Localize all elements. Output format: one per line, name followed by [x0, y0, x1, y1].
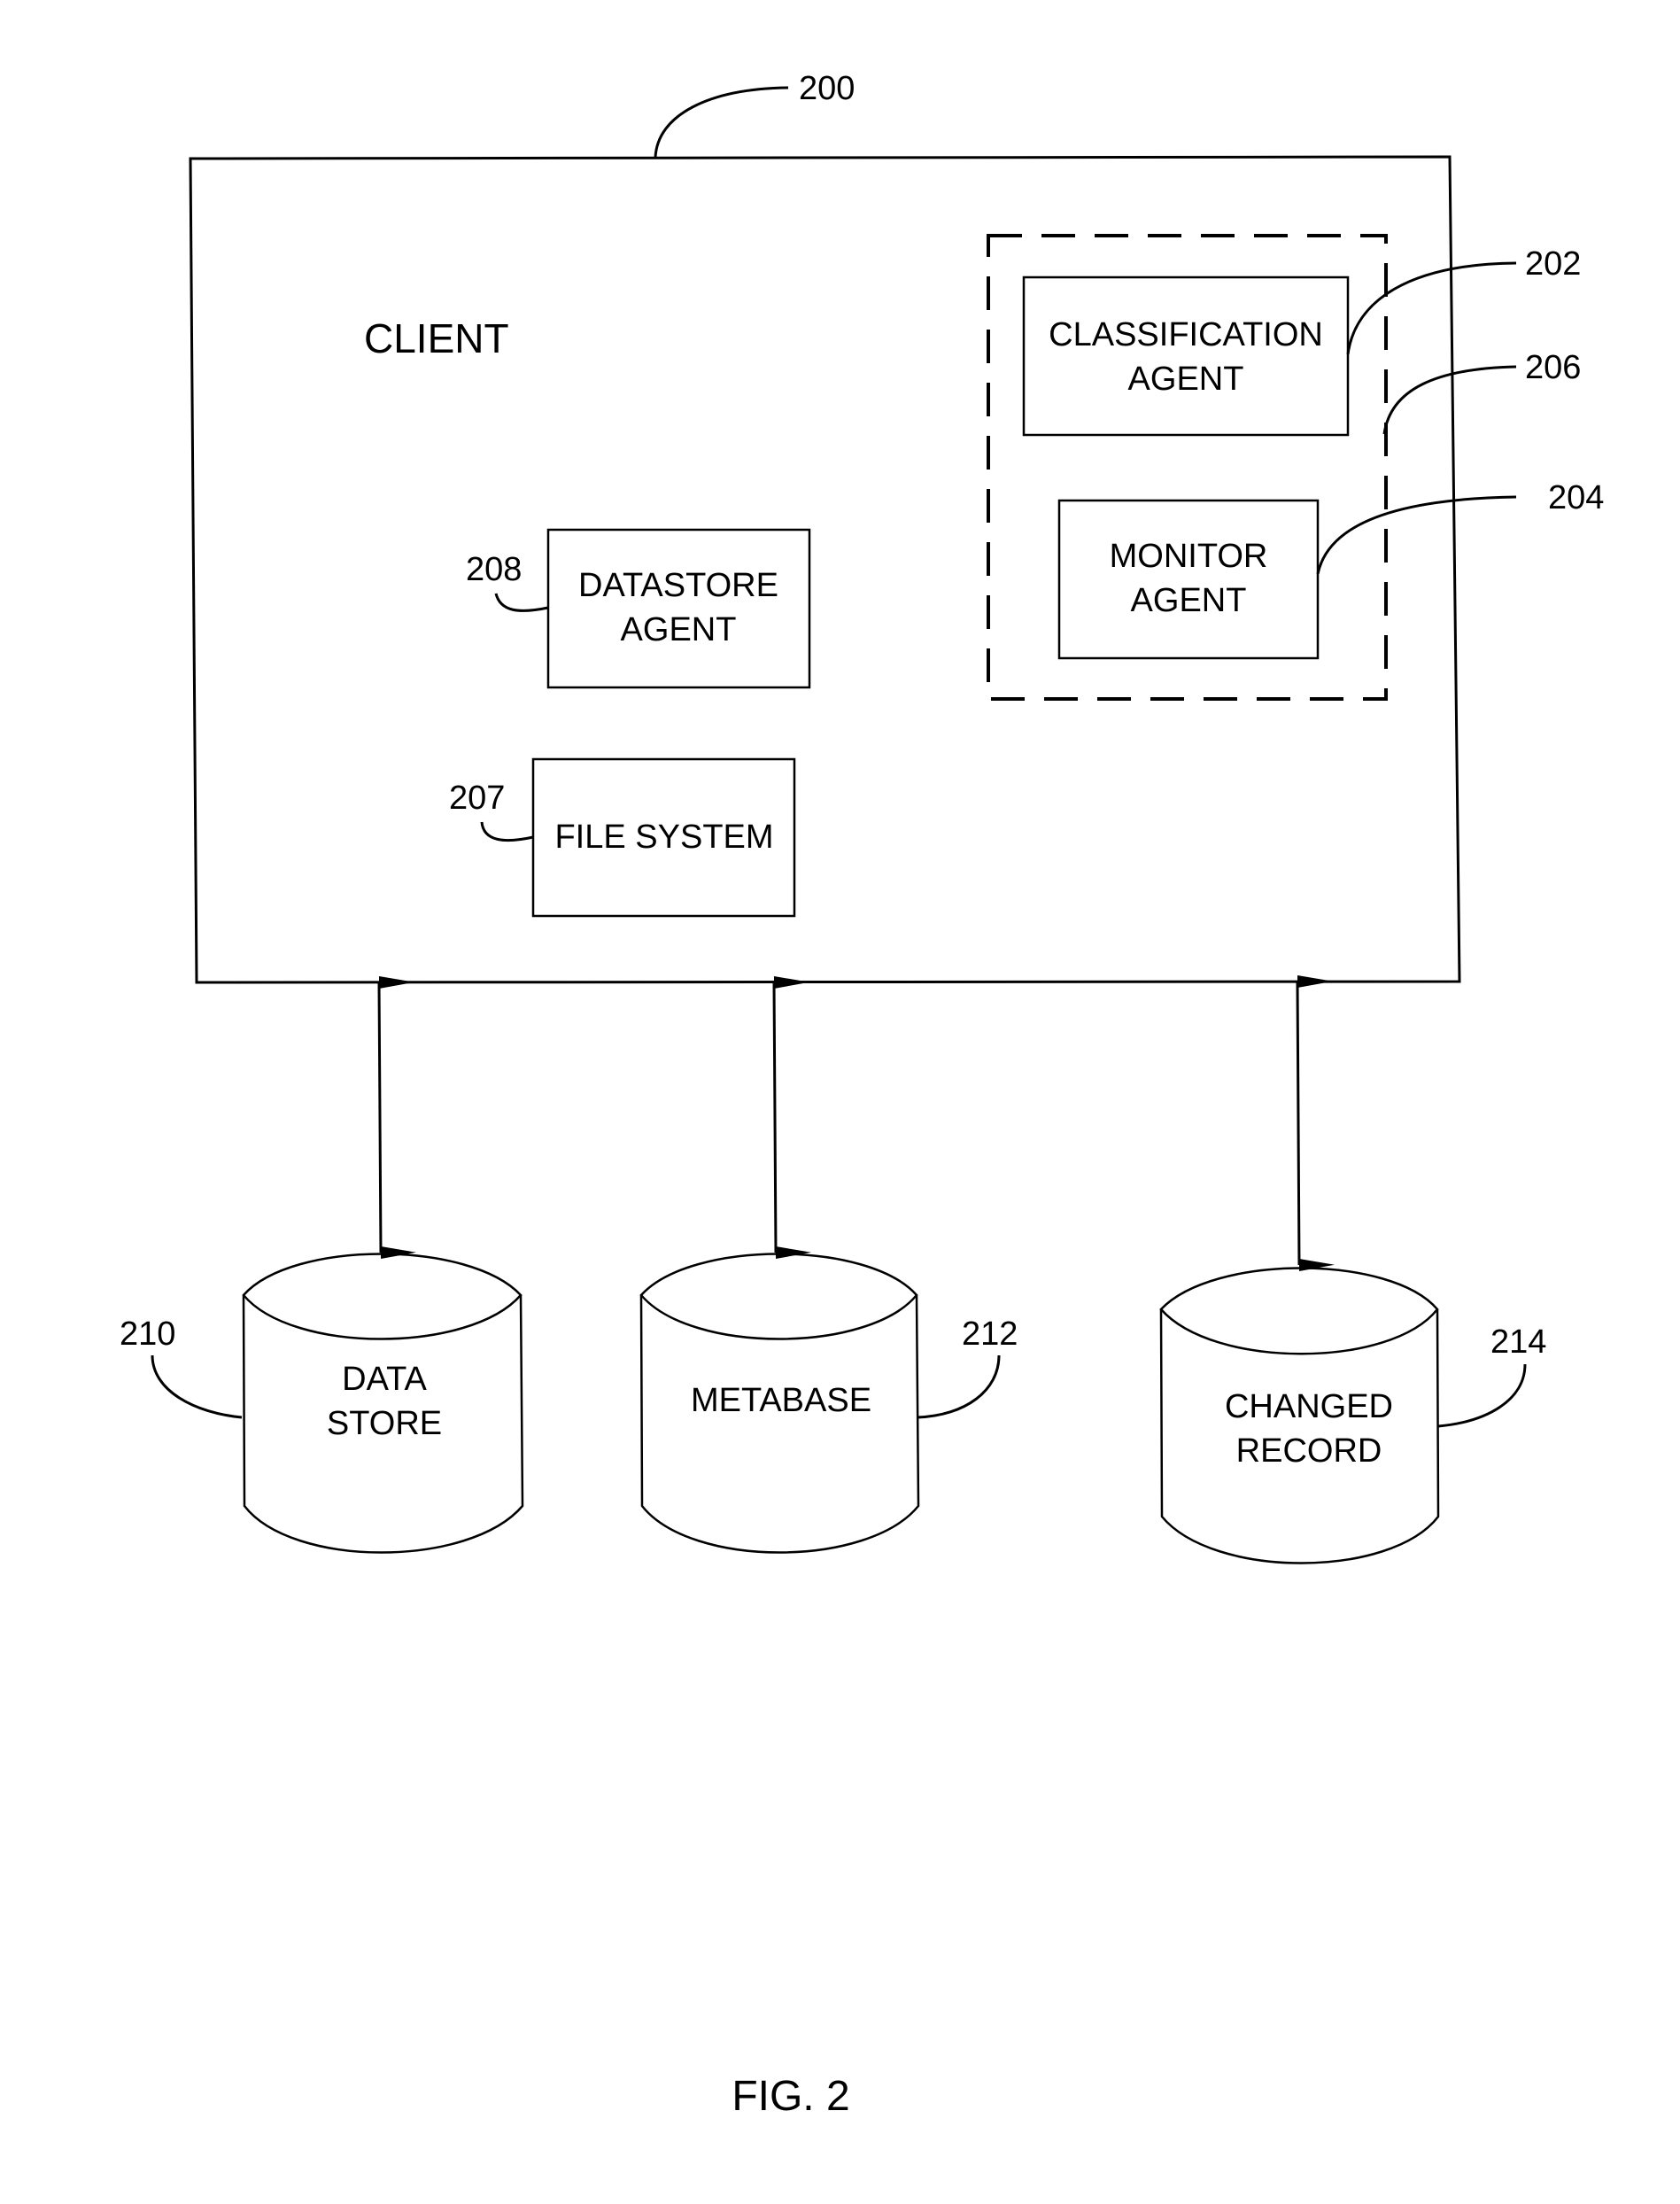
agent-group-dashed-box [987, 234, 1388, 701]
changed-record-label-line2: RECORD [1236, 1432, 1382, 1470]
figure-caption: FIG. 2 [732, 2073, 849, 2120]
leader-206 [1382, 365, 1517, 435]
data-store-label-line1: DATA [342, 1361, 427, 1398]
client-label: CLIENT [364, 315, 509, 361]
leader-210 [151, 1354, 243, 1419]
classification-agent-box [1022, 276, 1350, 437]
leader-200 [654, 86, 789, 159]
leader-202 [1346, 261, 1517, 355]
ref-212: 212 [962, 1315, 1018, 1353]
arrow-client-metabase [772, 976, 811, 1259]
datastore-agent-label-line1: DATASTORE [578, 567, 778, 604]
ref-210: 210 [120, 1315, 175, 1353]
datastore-agent-label-line2: AGENT [621, 611, 737, 648]
datastore-agent-box [546, 528, 811, 689]
ref-204: 204 [1548, 479, 1604, 516]
changed-record-label-line1: CHANGED [1225, 1388, 1393, 1425]
diagram-canvas: CLIENT 200 206 CLASSIFICATION AGENT 202 … [120, 70, 1604, 2120]
monitor-agent-label-line2: AGENT [1131, 582, 1247, 619]
classification-agent-label-line2: AGENT [1128, 361, 1244, 398]
monitor-agent-label-line1: MONITOR [1110, 538, 1268, 575]
data-store-cylinder [242, 1253, 524, 1554]
leader-214 [1437, 1363, 1527, 1428]
ref-206: 206 [1525, 349, 1581, 386]
client-box [189, 155, 1461, 984]
arrow-client-datastore [377, 976, 416, 1259]
ref-202: 202 [1525, 245, 1581, 283]
classification-agent-label-line1: CLASSIFICATION [1049, 316, 1323, 353]
leader-208 [494, 593, 549, 612]
metabase-label: METABASE [691, 1382, 871, 1419]
file-system-label: FILE SYSTEM [554, 819, 773, 856]
monitor-agent-box [1057, 499, 1320, 660]
ref-208: 208 [466, 551, 522, 588]
ref-214: 214 [1490, 1323, 1546, 1361]
leader-204 [1316, 495, 1517, 575]
ref-200: 200 [799, 70, 855, 107]
arrow-client-changed-record [1296, 975, 1335, 1271]
data-store-label-line2: STORE [327, 1405, 442, 1442]
leader-207 [480, 821, 534, 842]
ref-207: 207 [449, 780, 505, 817]
leader-212 [917, 1354, 1001, 1419]
